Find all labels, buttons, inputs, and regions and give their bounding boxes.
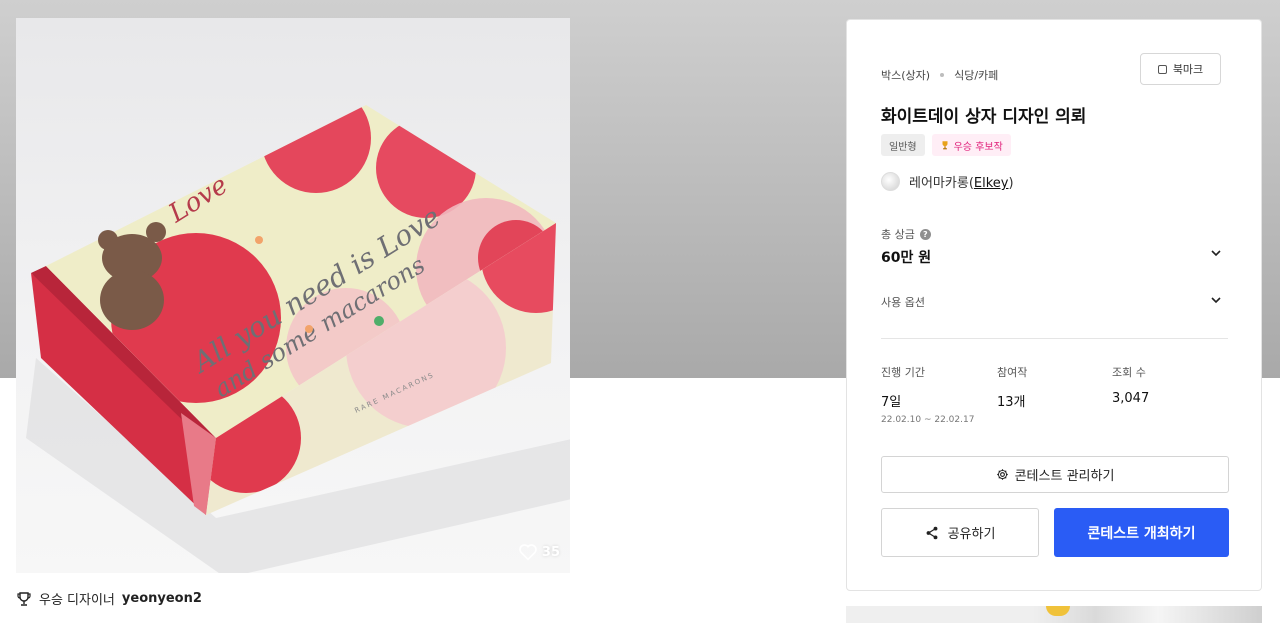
- product-image[interactable]: Love All you need is Love and some macar…: [16, 18, 570, 573]
- breadcrumb-category[interactable]: 박스(상자): [881, 67, 930, 83]
- stat-views: 조회 수 3,047: [1112, 364, 1149, 406]
- bookmark-icon: [1157, 64, 1167, 74]
- host-name: 레어마카롱: [909, 176, 969, 191]
- period-range: 22.02.10 ~ 22.02.17: [881, 415, 975, 425]
- tag-general-label: 일반형: [889, 141, 917, 153]
- prize-value: 60만 원: [881, 250, 932, 266]
- next-card-image: [1046, 606, 1070, 616]
- tag-general: 일반형: [881, 134, 925, 156]
- contest-info-panel: 북마크 박스(상자) 식당/카페 화이트데이 상자 디자인 의뢰 일반형 우승 …: [846, 19, 1262, 591]
- manage-contest-button[interactable]: 콘테스트 관리하기: [881, 456, 1229, 493]
- prize-label-row: 총 상금 ?: [881, 226, 931, 242]
- winner-name[interactable]: yeonyeon2: [122, 591, 202, 606]
- entries-value: 13개: [997, 395, 1026, 410]
- bookmark-button[interactable]: 북마크: [1140, 53, 1221, 85]
- stat-period: 진행 기간 7일 22.02.10 ~ 22.02.17: [881, 364, 974, 425]
- period-value: 7일: [881, 395, 902, 410]
- views-value: 3,047: [1112, 391, 1150, 406]
- host-contest-button[interactable]: 콘테스트 개최하기: [1054, 508, 1229, 557]
- trophy-icon: [17, 591, 31, 606]
- manage-contest-label: 콘테스트 관리하기: [1014, 469, 1115, 484]
- next-card-preview[interactable]: [846, 606, 1262, 623]
- host-contest-label: 콘테스트 개최하기: [1087, 525, 1196, 542]
- heart-icon: [519, 544, 537, 561]
- contest-title: 화이트데이 상자 디자인 의뢰: [881, 107, 1087, 127]
- gear-icon: [996, 469, 1008, 480]
- tag-award-candidate: 우승 후보작: [931, 134, 1011, 156]
- like-count: 35: [541, 544, 560, 560]
- period-label: 진행 기간: [881, 366, 925, 379]
- share-label: 공유하기: [947, 527, 996, 542]
- usage-label: 사용 옵션: [881, 296, 925, 309]
- avatar[interactable]: [881, 172, 900, 191]
- contest-tags: 일반형 우승 후보작: [881, 134, 1011, 156]
- views-label: 조회 수: [1112, 366, 1146, 379]
- usage-chevron-down-icon[interactable]: [1209, 293, 1223, 307]
- usage-label-row: 사용 옵션: [881, 294, 925, 310]
- share-icon: [926, 526, 938, 539]
- divider: [881, 338, 1228, 339]
- host-info: 레어마카롱(Elkey): [881, 172, 1014, 191]
- prize-label: 총 상금: [881, 228, 915, 241]
- breadcrumb: 박스(상자) 식당/카페: [881, 67, 998, 83]
- help-icon[interactable]: ?: [919, 228, 931, 240]
- breadcrumb-separator: [940, 73, 945, 77]
- tag-award-label: 우승 후보작: [953, 141, 1003, 153]
- trophy-icon: [942, 141, 948, 150]
- host-handle[interactable]: Elkey: [974, 176, 1009, 191]
- prize-chevron-down-icon[interactable]: [1209, 246, 1223, 260]
- share-button[interactable]: 공유하기: [881, 508, 1039, 557]
- bookmark-label: 북마크: [1172, 63, 1204, 76]
- winner-label: 우승 디자이너: [39, 593, 115, 608]
- breadcrumb-subcategory[interactable]: 식당/카페: [954, 67, 998, 83]
- like-button[interactable]: 35: [518, 543, 560, 561]
- winner-designer: 우승 디자이너 yeonyeon2: [16, 589, 202, 608]
- macaron-box-illustration: Love All you need is Love and some macar…: [26, 105, 570, 573]
- stat-entries: 참여작 13개: [997, 364, 1027, 410]
- entries-label: 참여작: [997, 366, 1028, 379]
